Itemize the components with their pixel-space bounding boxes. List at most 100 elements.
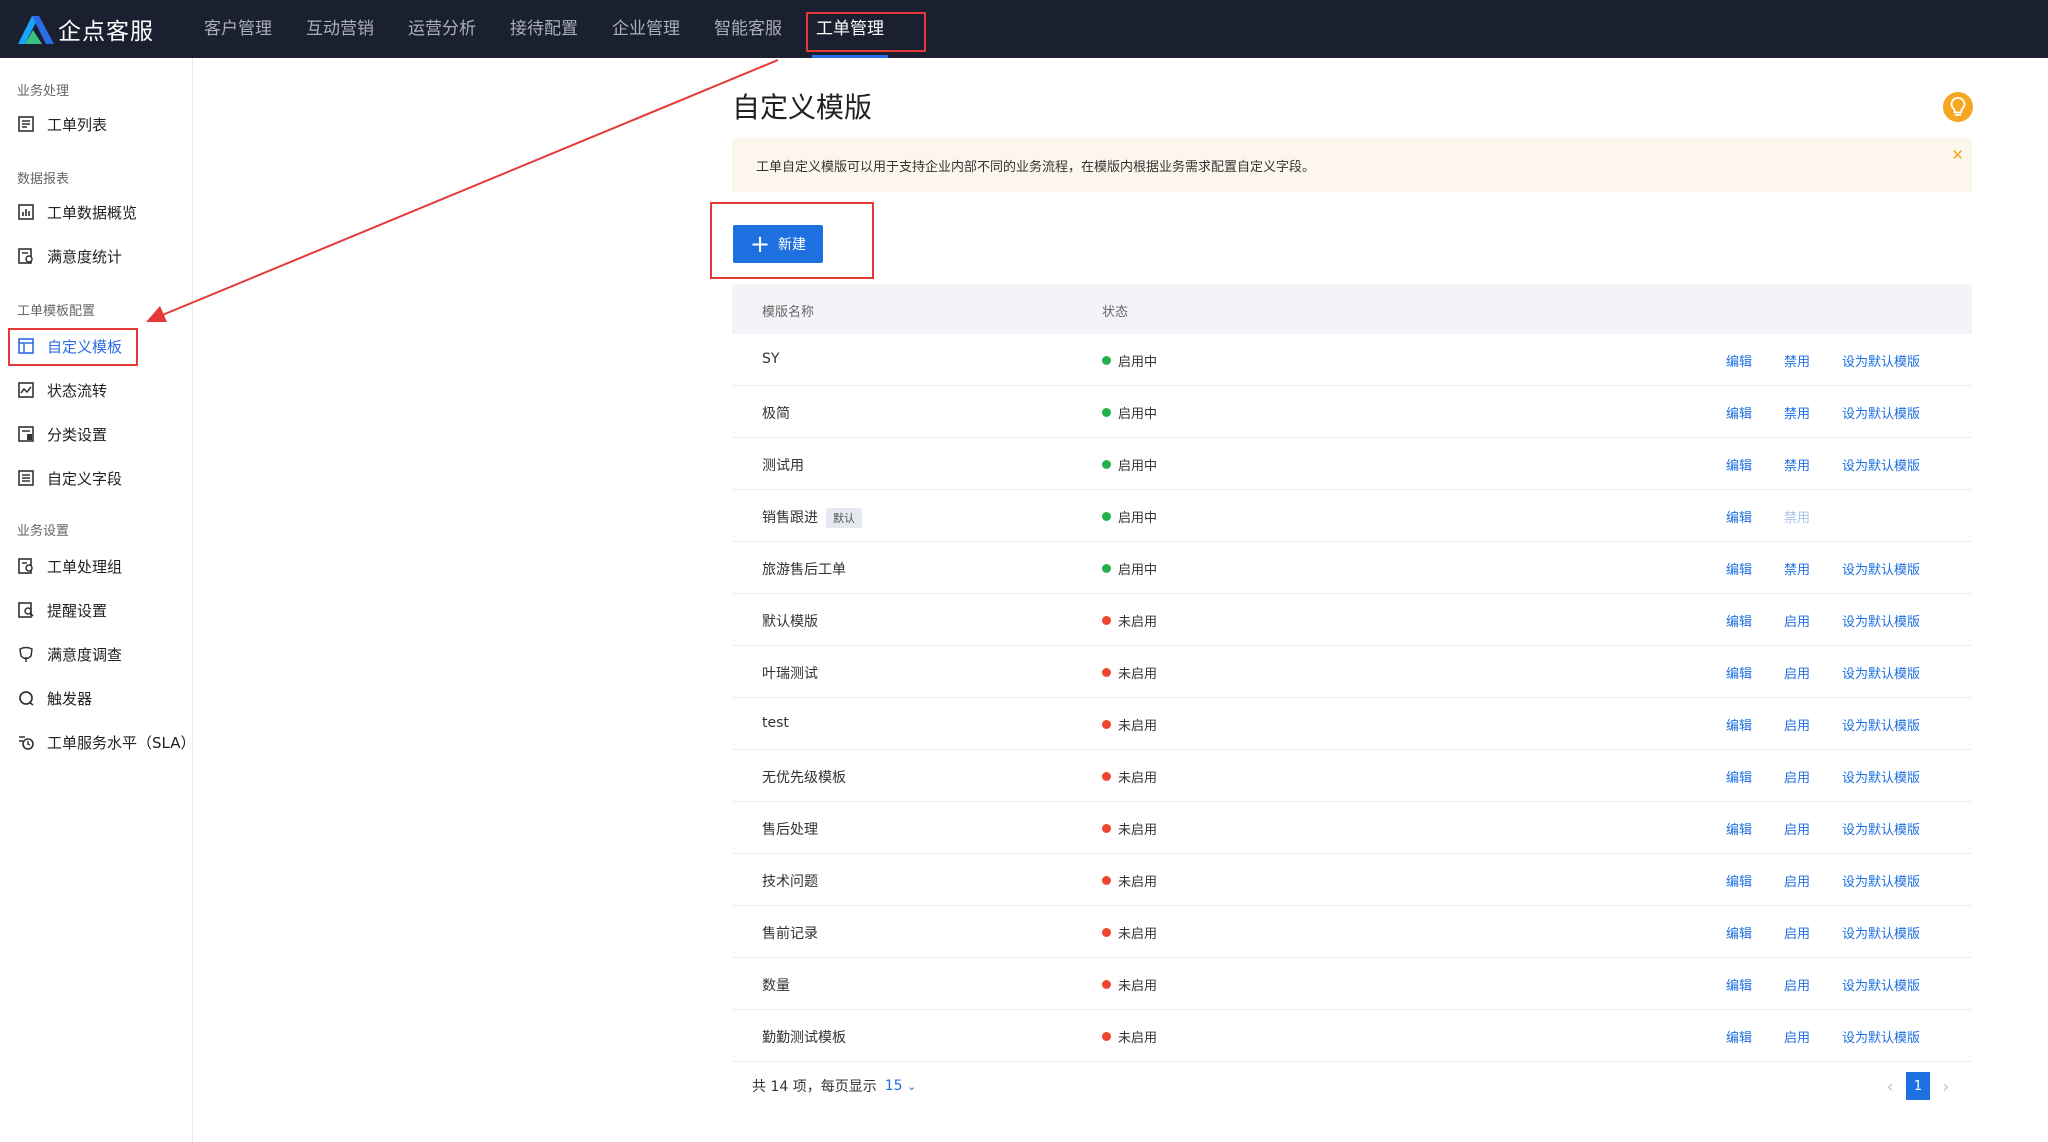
sidebar-item-2-3[interactable]: 自定义字段 xyxy=(17,466,122,490)
nav-item-5[interactable]: 智能客服 xyxy=(714,0,782,58)
set-default-link[interactable]: 设为默认模版 xyxy=(1842,663,1920,682)
survey-icon xyxy=(17,645,35,663)
sidebar-item-label: 工单服务水平（SLA） xyxy=(47,733,196,752)
sidebar-item-3-1[interactable]: 提醒设置 xyxy=(17,598,107,622)
set-default-link[interactable]: 设为默认模版 xyxy=(1842,715,1920,734)
sidebar-item-1-1[interactable]: 满意度统计 xyxy=(17,244,122,268)
status-cell: 未启用 xyxy=(1102,767,1157,786)
new-template-button[interactable]: + 新建 xyxy=(733,225,823,263)
nav-item-4[interactable]: 企业管理 xyxy=(612,0,680,58)
notice-text: 工单自定义模版可以用于支持企业内部不同的业务流程，在模版内根据业务需求配置自定义… xyxy=(756,160,1316,175)
disable-link[interactable]: 禁用 xyxy=(1784,403,1810,422)
pagination: ‹ 1 › xyxy=(1880,1072,1956,1100)
sidebar-item-3-3[interactable]: 触发器 xyxy=(17,686,92,710)
edit-link[interactable]: 编辑 xyxy=(1726,1027,1752,1046)
triangle-logo-icon xyxy=(16,14,56,44)
enable-link[interactable]: 启用 xyxy=(1784,871,1810,890)
set-default-link[interactable]: 设为默认模版 xyxy=(1842,455,1920,474)
trend-icon xyxy=(17,381,35,399)
page-number-current[interactable]: 1 xyxy=(1906,1072,1930,1100)
page-size-select[interactable]: 15 ⌄ xyxy=(885,1078,917,1094)
template-name-text: 叶瑞测试 xyxy=(762,666,818,682)
enable-link[interactable]: 启用 xyxy=(1784,1027,1810,1046)
template-name-text: 销售跟进 xyxy=(762,510,818,526)
sidebar-item-0-0[interactable]: 工单列表 xyxy=(17,112,107,136)
edit-link[interactable]: 编辑 xyxy=(1726,975,1752,994)
status-text: 未启用 xyxy=(1118,719,1158,734)
edit-link[interactable]: 编辑 xyxy=(1726,715,1752,734)
next-page-icon[interactable]: › xyxy=(1936,1077,1956,1096)
sidebar-item-3-4[interactable]: 工单服务水平（SLA） xyxy=(17,730,196,754)
status-cell: 启用中 xyxy=(1102,455,1157,474)
nav-item-1[interactable]: 互动营销 xyxy=(306,0,374,58)
nav-item-2[interactable]: 运营分析 xyxy=(408,0,476,58)
enable-link[interactable]: 启用 xyxy=(1784,663,1810,682)
table-row: 叶瑞测试 未启用 编辑 启用 设为默认模版 xyxy=(732,646,1972,698)
status-cell: 未启用 xyxy=(1102,611,1157,630)
edit-link[interactable]: 编辑 xyxy=(1726,871,1752,890)
status-dot-icon xyxy=(1102,720,1111,729)
sidebar-item-label: 提醒设置 xyxy=(47,601,108,620)
status-dot-icon xyxy=(1102,460,1111,469)
set-default-link[interactable]: 设为默认模版 xyxy=(1842,403,1920,422)
edit-link[interactable]: 编辑 xyxy=(1726,923,1752,942)
brand[interactable]: 企点客服 xyxy=(16,12,154,46)
sidebar-item-label: 工单数据概览 xyxy=(47,203,138,222)
status-cell: 启用中 xyxy=(1102,351,1157,370)
enable-link[interactable]: 启用 xyxy=(1784,819,1810,838)
edit-link[interactable]: 编辑 xyxy=(1726,351,1752,370)
edit-link[interactable]: 编辑 xyxy=(1726,663,1752,682)
template-name: 叶瑞测试 xyxy=(762,663,818,683)
template-name-text: 旅游售后工单 xyxy=(762,562,846,578)
edit-link[interactable]: 编辑 xyxy=(1726,507,1752,526)
status-text: 启用中 xyxy=(1118,355,1158,370)
status-text: 未启用 xyxy=(1118,979,1158,994)
enable-link[interactable]: 启用 xyxy=(1784,767,1810,786)
report-icon xyxy=(17,247,35,265)
disable-link[interactable]: 禁用 xyxy=(1784,351,1810,370)
close-icon[interactable]: ✕ xyxy=(1951,146,1964,164)
edit-link[interactable]: 编辑 xyxy=(1726,611,1752,630)
edit-link[interactable]: 编辑 xyxy=(1726,767,1752,786)
set-default-link[interactable]: 设为默认模版 xyxy=(1842,975,1920,994)
template-name: 勤勤测试模板 xyxy=(762,1027,846,1047)
pagination-total: 共 14 项，每页显示 xyxy=(752,1079,877,1095)
prev-page-icon[interactable]: ‹ xyxy=(1880,1077,1900,1096)
column-header-name: 模版名称 xyxy=(762,305,815,320)
top-navigation-bar: 企点客服 客户管理 互动营销 运营分析 接待配置 企业管理 智能客服 工单管理 xyxy=(0,0,2048,58)
set-default-link[interactable]: 设为默认模版 xyxy=(1842,923,1920,942)
enable-link[interactable]: 启用 xyxy=(1784,611,1810,630)
nav-item-0[interactable]: 客户管理 xyxy=(204,0,272,58)
sidebar-item-3-2[interactable]: 满意度调查 xyxy=(17,642,122,666)
table-body: SY 启用中 编辑 禁用 设为默认模版 极简 启用中 编辑 禁用 设为默认模版 测试用 启用中 编辑 禁用… xyxy=(732,334,1972,1062)
set-default-link[interactable]: 设为默认模版 xyxy=(1842,819,1920,838)
status-text: 未启用 xyxy=(1118,667,1158,682)
set-default-link[interactable]: 设为默认模版 xyxy=(1842,351,1920,370)
set-default-link[interactable]: 设为默认模版 xyxy=(1842,559,1920,578)
edit-link[interactable]: 编辑 xyxy=(1726,559,1752,578)
status-dot-icon xyxy=(1102,668,1111,677)
sidebar-item-2-1[interactable]: 状态流转 xyxy=(17,378,107,402)
nav-item-6[interactable]: 工单管理 xyxy=(812,0,888,58)
enable-link[interactable]: 启用 xyxy=(1784,715,1810,734)
sidebar-item-2-0[interactable]: 自定义模板 xyxy=(17,334,122,358)
set-default-link[interactable]: 设为默认模版 xyxy=(1842,767,1920,786)
enable-link[interactable]: 启用 xyxy=(1784,923,1810,942)
set-default-link[interactable]: 设为默认模版 xyxy=(1842,871,1920,890)
nav-item-3[interactable]: 接待配置 xyxy=(510,0,578,58)
sidebar-item-label: 工单列表 xyxy=(47,115,108,134)
sidebar-item-3-0[interactable]: 工单处理组 xyxy=(17,554,122,578)
sidebar-item-2-2[interactable]: 分类设置 xyxy=(17,422,107,446)
disable-link[interactable]: 禁用 xyxy=(1784,455,1810,474)
disable-link[interactable]: 禁用 xyxy=(1784,559,1810,578)
status-text: 未启用 xyxy=(1118,1031,1158,1046)
edit-link[interactable]: 编辑 xyxy=(1726,455,1752,474)
set-default-link[interactable]: 设为默认模版 xyxy=(1842,1027,1920,1046)
set-default-link[interactable]: 设为默认模版 xyxy=(1842,611,1920,630)
enable-link[interactable]: 启用 xyxy=(1784,975,1810,994)
edit-link[interactable]: 编辑 xyxy=(1726,819,1752,838)
sidebar-item-1-0[interactable]: 工单数据概览 xyxy=(17,200,137,224)
lightbulb-icon[interactable] xyxy=(1943,92,1973,122)
column-header-status: 状态 xyxy=(1102,305,1129,320)
edit-link[interactable]: 编辑 xyxy=(1726,403,1752,422)
